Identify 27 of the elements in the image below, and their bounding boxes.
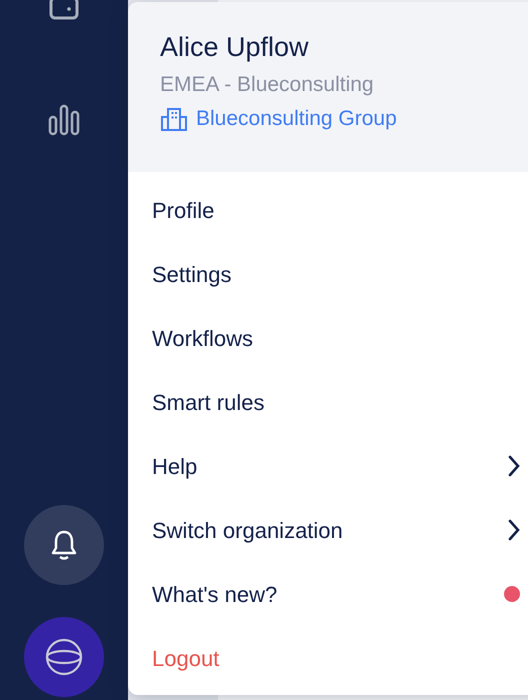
user-team: EMEA - Blueconsulting	[160, 72, 375, 98]
bell-icon	[50, 529, 78, 561]
wallet-icon[interactable]	[49, 0, 79, 22]
menu-item-label: Workflows	[152, 324, 254, 352]
logout-item[interactable]: Logout	[128, 626, 528, 690]
chevron-right-icon	[508, 455, 520, 477]
menu-item-label: Smart rules	[152, 388, 264, 416]
building-icon	[160, 107, 188, 131]
organization-link[interactable]: Blueconsulting Group	[196, 106, 397, 132]
chevron-right-icon	[508, 519, 520, 541]
bar-chart-icon[interactable]	[48, 104, 80, 136]
menu-item[interactable]: Smart rules	[128, 370, 528, 434]
menu-item-label: Logout	[152, 644, 220, 673]
menu-item[interactable]: What's new?	[128, 562, 528, 626]
menu-item-label: Help	[152, 452, 198, 481]
menu-item-label: Switch organization	[152, 516, 343, 545]
menu-item-label: Profile	[152, 196, 214, 224]
menu-item-label: What's new?	[152, 580, 278, 608]
menu-item[interactable]: Help	[128, 434, 528, 498]
globe-icon	[45, 638, 83, 676]
menu-item[interactable]: Switch organization	[128, 498, 528, 562]
menu-item[interactable]: Workflows	[128, 306, 528, 370]
user-name: Alice Upflow	[160, 31, 310, 64]
menu-item-label: Settings	[152, 260, 232, 289]
notification-dot	[504, 586, 520, 602]
menu-item[interactable]: Profile	[128, 178, 528, 242]
menu-item[interactable]: Settings	[128, 242, 528, 306]
